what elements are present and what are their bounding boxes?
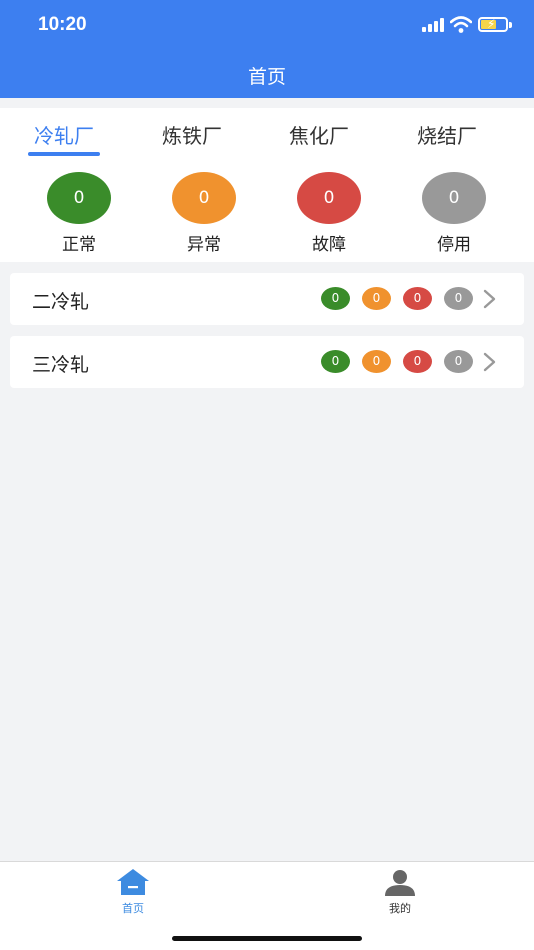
tab-home-label: 首页	[122, 902, 144, 915]
person-icon	[385, 870, 415, 896]
fault-count-pill: 0	[403, 287, 432, 310]
tab-home[interactable]: 首页	[93, 868, 173, 916]
abnormal-label: 异常	[187, 235, 221, 255]
line-name: 三冷轧	[32, 354, 90, 376]
battery-tip	[509, 22, 512, 28]
normal-label: 正常	[62, 235, 96, 255]
chevron-right-icon	[483, 289, 496, 309]
tab-ironmaking[interactable]: 炼铁厂	[137, 120, 247, 149]
normal-count-badge: 0	[47, 172, 111, 224]
disabled-count-pill: 0	[444, 287, 473, 310]
tab-mine-label: 我的	[389, 902, 411, 915]
tab-sintering[interactable]: 烧结厂	[392, 120, 502, 149]
stat-fault[interactable]: 0 故障	[284, 172, 374, 255]
home-indicator	[172, 936, 362, 941]
active-tab-indicator	[28, 152, 100, 156]
normal-count-pill: 0	[321, 287, 350, 310]
list-item[interactable]: 三冷轧 0 0 0 0	[10, 336, 524, 388]
disabled-count-badge: 0	[422, 172, 486, 224]
abnormal-count-badge: 0	[172, 172, 236, 224]
nav-bar: 首页	[0, 52, 534, 98]
wifi-icon	[450, 16, 472, 33]
stat-normal[interactable]: 0 正常	[34, 172, 124, 255]
abnormal-count-pill: 0	[362, 287, 391, 310]
fault-count-badge: 0	[297, 172, 361, 224]
normal-count-pill: 0	[321, 350, 350, 373]
status-time: 10:20	[38, 14, 87, 35]
signal-icon	[422, 18, 446, 32]
stat-disabled[interactable]: 0 停用	[409, 172, 499, 255]
page-title: 首页	[247, 66, 286, 88]
line-name: 二冷轧	[32, 291, 90, 313]
tab-cold-rolling[interactable]: 冷轧厂	[9, 120, 119, 149]
chevron-right-icon	[483, 352, 496, 372]
tab-coking[interactable]: 焦化厂	[264, 120, 374, 149]
list-item[interactable]: 二冷轧 0 0 0 0	[10, 273, 524, 325]
disabled-label: 停用	[437, 235, 471, 255]
fault-count-pill: 0	[403, 350, 432, 373]
disabled-count-pill: 0	[444, 350, 473, 373]
home-icon	[117, 869, 149, 895]
plant-panel: 冷轧厂 炼铁厂 焦化厂 烧结厂 0 正常 0 异常 0 故障 0 停用	[0, 108, 534, 262]
stat-abnormal[interactable]: 0 异常	[159, 172, 249, 255]
fault-label: 故障	[312, 235, 346, 255]
tab-mine[interactable]: 我的	[360, 868, 440, 916]
battery-icon: ⚡	[478, 17, 508, 32]
status-bar: 10:20 ⚡	[0, 0, 534, 52]
abnormal-count-pill: 0	[362, 350, 391, 373]
